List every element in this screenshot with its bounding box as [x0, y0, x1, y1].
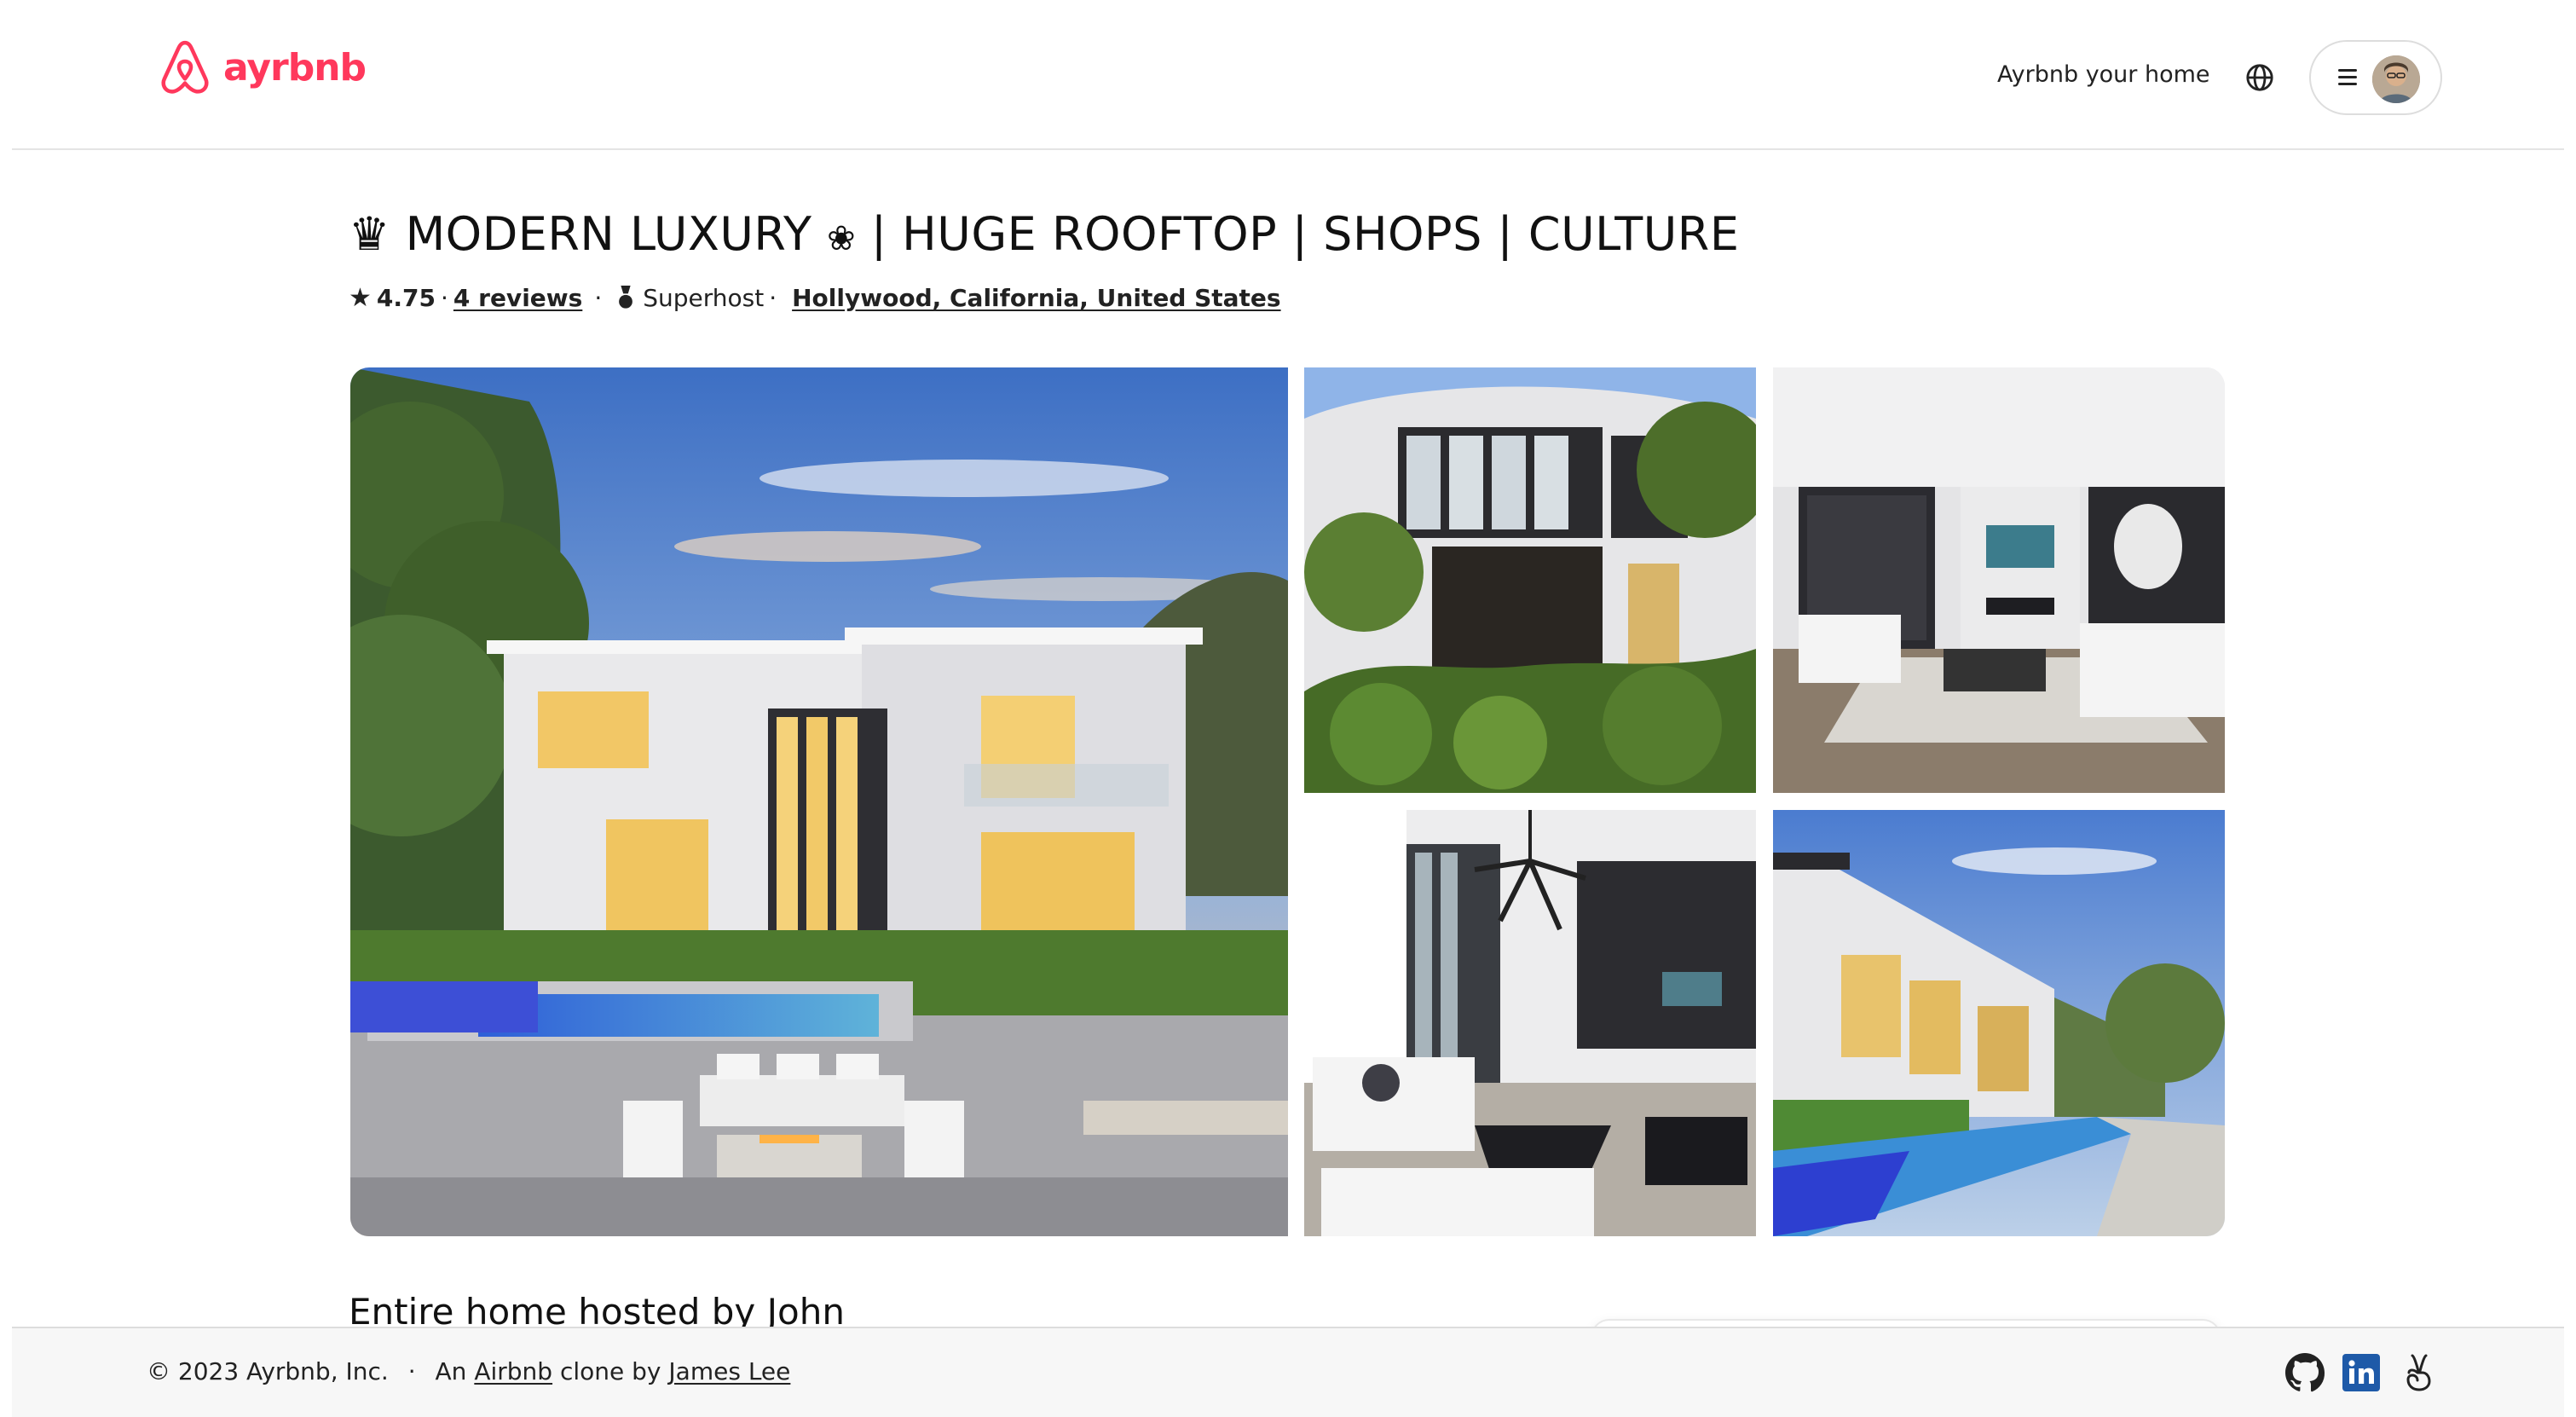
header-divider: [12, 148, 2564, 150]
listing-photo-main[interactable]: [350, 367, 1288, 1236]
listing-photo-3[interactable]: [1773, 367, 2225, 793]
reviews-link[interactable]: 4 reviews: [453, 284, 582, 312]
footer-an: An: [435, 1357, 467, 1385]
listing-photo-4[interactable]: [1304, 810, 1756, 1236]
crown-icon: ♛: [349, 207, 390, 261]
footer-clone-by: clone by: [559, 1357, 661, 1385]
footer: © 2023 Ayrbnb, Inc. · An Airbnb clone by…: [12, 1327, 2564, 1417]
author-link[interactable]: James Lee: [668, 1357, 790, 1385]
separator: ·: [594, 284, 603, 312]
user-menu-button[interactable]: [2309, 40, 2442, 115]
listing-meta-row: ★ 4.75 · 4 reviews · Superhost · Hollywo…: [349, 283, 1281, 313]
hamburger-menu-icon: [2338, 69, 2357, 86]
location-link[interactable]: Hollywood, California, United States: [792, 284, 1280, 312]
globe-icon[interactable]: [2245, 63, 2274, 92]
star-icon: ★: [349, 283, 372, 313]
superhost-medal-icon: [619, 285, 633, 309]
listing-title: ♛ MODERN LUXURY ❀ | HUGE ROOFTOP | SHOPS…: [349, 207, 1739, 261]
linkedin-icon[interactable]: [2341, 1352, 2382, 1393]
copyright-text: © 2023 Ayrbnb, Inc.: [147, 1357, 389, 1385]
title-text-1: MODERN LUXURY: [405, 207, 812, 261]
brand-name: ayrbnb: [223, 45, 367, 90]
brand-logo-link[interactable]: ayrbnb: [157, 36, 367, 99]
github-icon[interactable]: [2284, 1352, 2325, 1393]
listing-photo-2[interactable]: [1304, 367, 1756, 793]
angellist-icon[interactable]: [2399, 1352, 2440, 1393]
superhost-label: Superhost: [643, 284, 765, 312]
footer-credits: © 2023 Ayrbnb, Inc. · An Airbnb clone by…: [147, 1357, 790, 1385]
airbnb-logo-icon: [161, 40, 209, 94]
top-navbar: ayrbnb Ayrbnb your home: [0, 0, 2576, 150]
separator: ·: [407, 1357, 416, 1385]
airbnb-link[interactable]: Airbnb: [474, 1357, 552, 1385]
flower-icon: ❀: [827, 219, 857, 258]
separator: ·: [769, 284, 777, 312]
separator: ·: [441, 284, 448, 312]
title-text-2: | HUGE ROOFTOP | SHOPS | CULTURE: [870, 207, 1740, 261]
become-host-link[interactable]: Ayrbnb your home: [1997, 61, 2210, 88]
rating-value: 4.75: [376, 284, 436, 312]
avatar: [2372, 55, 2420, 103]
listing-photo-5[interactable]: [1773, 810, 2225, 1236]
